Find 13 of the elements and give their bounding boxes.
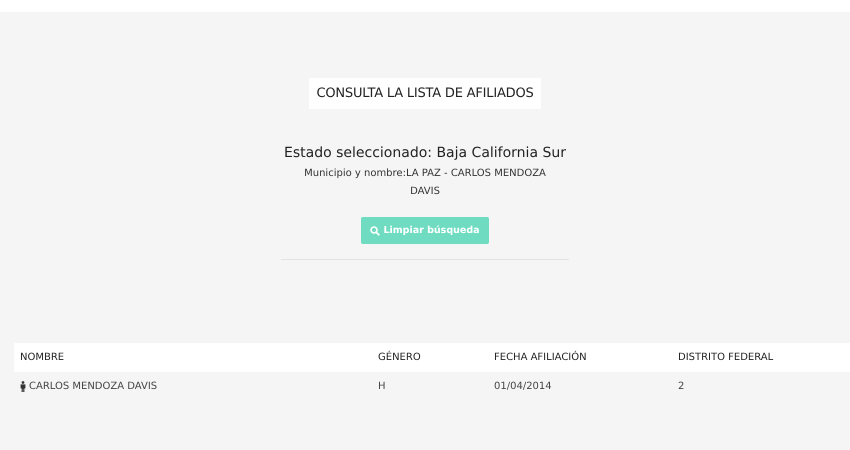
table-cell: 01/04/2014	[494, 381, 552, 392]
page-title: CONSULTA LA LISTA DE AFILIADOS	[309, 78, 541, 109]
table-cell: H	[378, 381, 386, 392]
filter-text: Municipio y nombre:LA PAZ - CARLOS MENDOZA DAVIS	[303, 167, 547, 199]
column-header: NOMBRE	[20, 352, 66, 363]
table-cell: 2	[678, 381, 684, 392]
column-header: FECHA AFILIACIÓN	[494, 352, 588, 363]
column-header: DISTRITO FEDERAL	[678, 352, 774, 363]
person-icon	[20, 381, 26, 392]
search-icon	[370, 226, 380, 236]
column-header: GÉNERO	[378, 352, 422, 363]
table-cell: CARLOS MENDOZA DAVIS	[29, 381, 158, 392]
state-heading: Estado seleccionado: Baja California Sur	[284, 145, 566, 161]
